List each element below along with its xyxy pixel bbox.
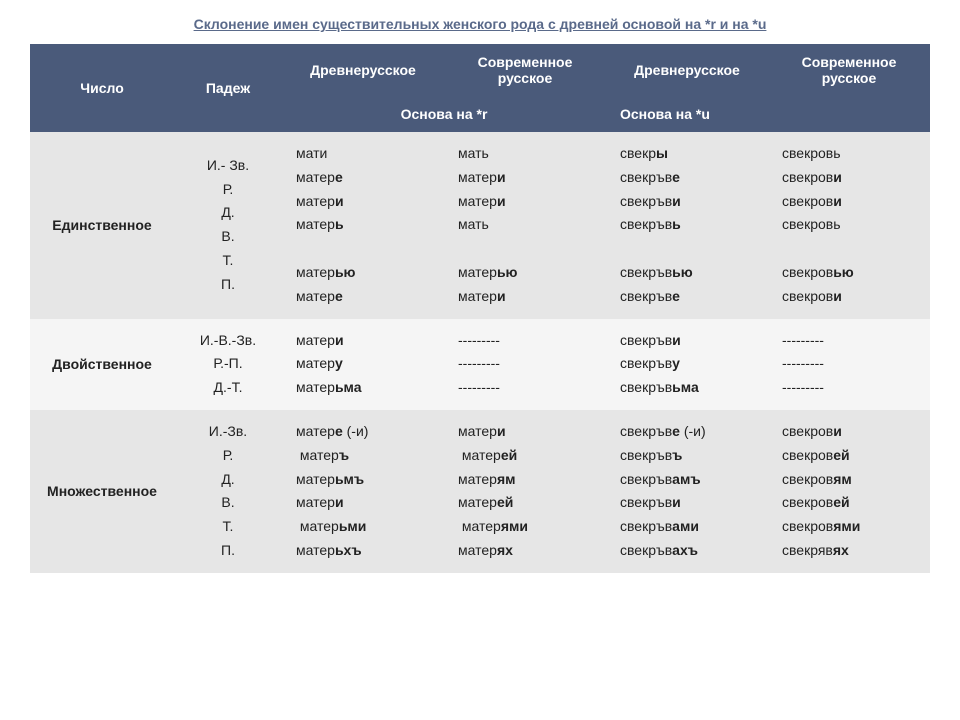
- cell-modru-r: ---------------------------: [444, 319, 606, 410]
- header-number: Число: [30, 44, 174, 132]
- declension-table: Число Падеж Древнерусское Современное ру…: [30, 44, 930, 573]
- header-row-1: Число Падеж Древнерусское Современное ру…: [30, 44, 930, 96]
- cell-oldru-r: матере (-и) матеръматерьмъматери матерьм…: [282, 410, 444, 573]
- row-label: Множественное: [30, 410, 174, 573]
- subheader-r: Основа на *r: [282, 96, 606, 132]
- cell-oldru-u: свекръвисвекръвусвекръвьма: [606, 319, 768, 410]
- cell-oldru-u: свекрысвекръвесвекръвисвекръвь свекръвью…: [606, 132, 768, 319]
- header-modru-u: Современное русское: [768, 44, 930, 96]
- row-cases: И.-Зв.Р.Д.В.Т.П.: [174, 410, 282, 573]
- cell-modru-u: ---------------------------: [768, 319, 930, 410]
- cell-oldru-r: матиматерематериматерь матерьюматере: [282, 132, 444, 319]
- table-row: Единственное И.- Зв.Р.Д.В.Т.П. матиматер…: [30, 132, 930, 319]
- header-modru-r: Современное русское: [444, 44, 606, 96]
- row-cases: И.- Зв.Р.Д.В.Т.П.: [174, 132, 282, 319]
- table-row: Множественное И.-Зв.Р.Д.В.Т.П. матере (-…: [30, 410, 930, 573]
- row-label: Двойственное: [30, 319, 174, 410]
- cell-oldru-u: свекръве (-и)свекръвъсвекръвамъсвекръвис…: [606, 410, 768, 573]
- table-row: Двойственное И.-В.-Зв.Р.-П.Д.-Т. материм…: [30, 319, 930, 410]
- header-case: Падеж: [174, 44, 282, 132]
- header-oldru-r: Древнерусское: [282, 44, 444, 96]
- subheader-u: Основа на *u: [606, 96, 930, 132]
- cell-modru-r: матери матерейматерямматерей матерямимат…: [444, 410, 606, 573]
- table-body: Единственное И.- Зв.Р.Д.В.Т.П. матиматер…: [30, 132, 930, 573]
- cell-modru-u: свекровисвекровейсвекровямсвекровейсвекр…: [768, 410, 930, 573]
- header-oldru-u: Древнерусское: [606, 44, 768, 96]
- row-cases: И.-В.-Зв.Р.-П.Д.-Т.: [174, 319, 282, 410]
- page-title: Склонение имен существительных женского …: [30, 16, 930, 32]
- row-label: Единственное: [30, 132, 174, 319]
- cell-modru-u: свекровьсвекровисвекровисвекровь свекров…: [768, 132, 930, 319]
- cell-oldru-r: материматеруматерьма: [282, 319, 444, 410]
- cell-modru-r: матьматериматеримать матерьюматери: [444, 132, 606, 319]
